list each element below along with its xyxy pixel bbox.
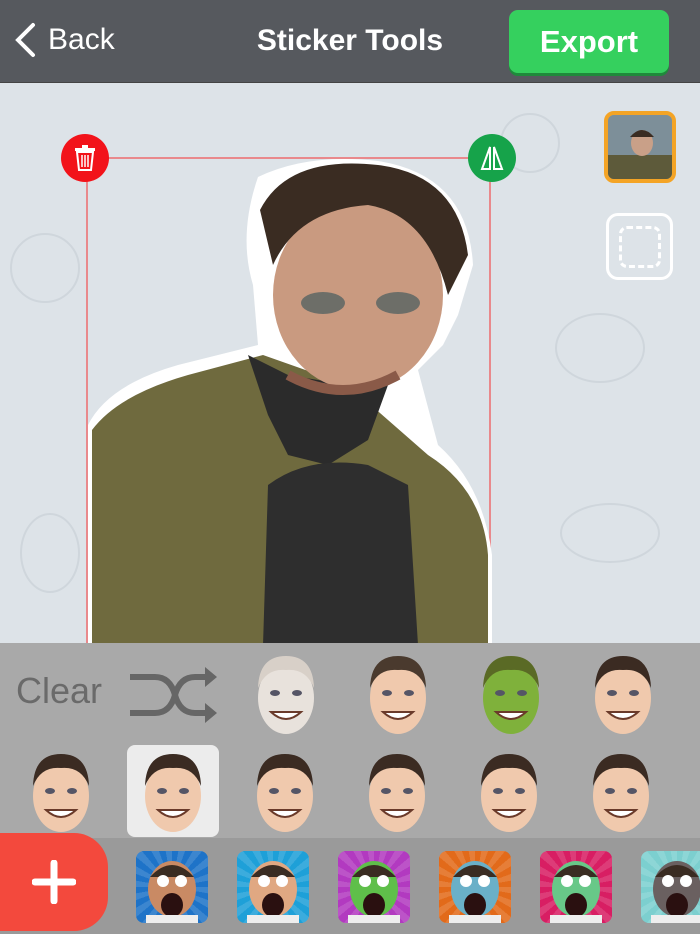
background-doodle [20, 513, 80, 593]
cartoon-face-icon [136, 851, 208, 923]
face-icon [33, 754, 89, 832]
face-icon [257, 754, 313, 832]
face-effect-big-eyes[interactable] [127, 745, 219, 837]
export-button[interactable]: Export [509, 10, 669, 73]
face-icon [593, 754, 649, 832]
face-effect-grinch[interactable] [465, 647, 557, 739]
back-button[interactable]: Back [14, 22, 115, 58]
face-effect-third-eye[interactable] [577, 647, 669, 739]
face-icon [481, 754, 537, 832]
background-doodle [560, 503, 660, 563]
filter-thumbnail[interactable] [136, 851, 208, 923]
face-effect-cow[interactable] [240, 647, 332, 739]
nav-bar: Back Sticker Tools Export [0, 0, 700, 83]
back-label: Back [48, 23, 115, 56]
add-sticker-button[interactable] [0, 833, 108, 931]
filter-thumbnail[interactable] [540, 851, 612, 923]
plus-icon [32, 860, 76, 904]
background-doodle [10, 233, 80, 303]
face-effect-smile[interactable] [15, 745, 107, 837]
sticker-canvas[interactable] [0, 83, 700, 643]
dashed-square-icon [618, 225, 661, 268]
cartoon-face-icon [540, 851, 612, 923]
chevron-left-icon [15, 23, 35, 57]
face-effect-wide-jaw[interactable] [239, 745, 331, 837]
photo-sticker[interactable] [88, 155, 492, 643]
face-icon [145, 754, 201, 832]
face-effects-panel: Clear [0, 643, 700, 838]
flip-sticker-button[interactable] [468, 134, 516, 182]
face-effect-narrow-eyes[interactable] [575, 745, 667, 837]
cartoon-face-icon [338, 851, 410, 923]
filter-thumbnail[interactable] [338, 851, 410, 923]
face-icon [595, 656, 651, 734]
filter-thumbnail[interactable] [439, 851, 511, 923]
face-icon [258, 656, 314, 734]
shuffle-icon[interactable] [125, 655, 220, 735]
face-effect-small-face[interactable] [351, 745, 443, 837]
face-icon [483, 656, 539, 734]
cartoon-face-icon [237, 851, 309, 923]
face-icon [370, 656, 426, 734]
filter-thumbnail[interactable] [237, 851, 309, 923]
cartoon-face-icon [439, 851, 511, 923]
background-doodle [555, 313, 645, 383]
background-photo-thumbnail[interactable] [604, 111, 676, 183]
face-effect-fox[interactable] [352, 647, 444, 739]
flip-icon [480, 146, 504, 170]
filter-thumbnail[interactable] [641, 851, 700, 923]
clear-button[interactable]: Clear [16, 670, 102, 712]
trash-icon [75, 145, 95, 171]
photo-thumbnail-image [608, 115, 672, 179]
face-icon [369, 754, 425, 832]
crop-button[interactable] [606, 213, 673, 280]
delete-sticker-button[interactable] [61, 134, 109, 182]
cartoon-face-icon [641, 851, 700, 923]
face-effect-squint[interactable] [463, 745, 555, 837]
